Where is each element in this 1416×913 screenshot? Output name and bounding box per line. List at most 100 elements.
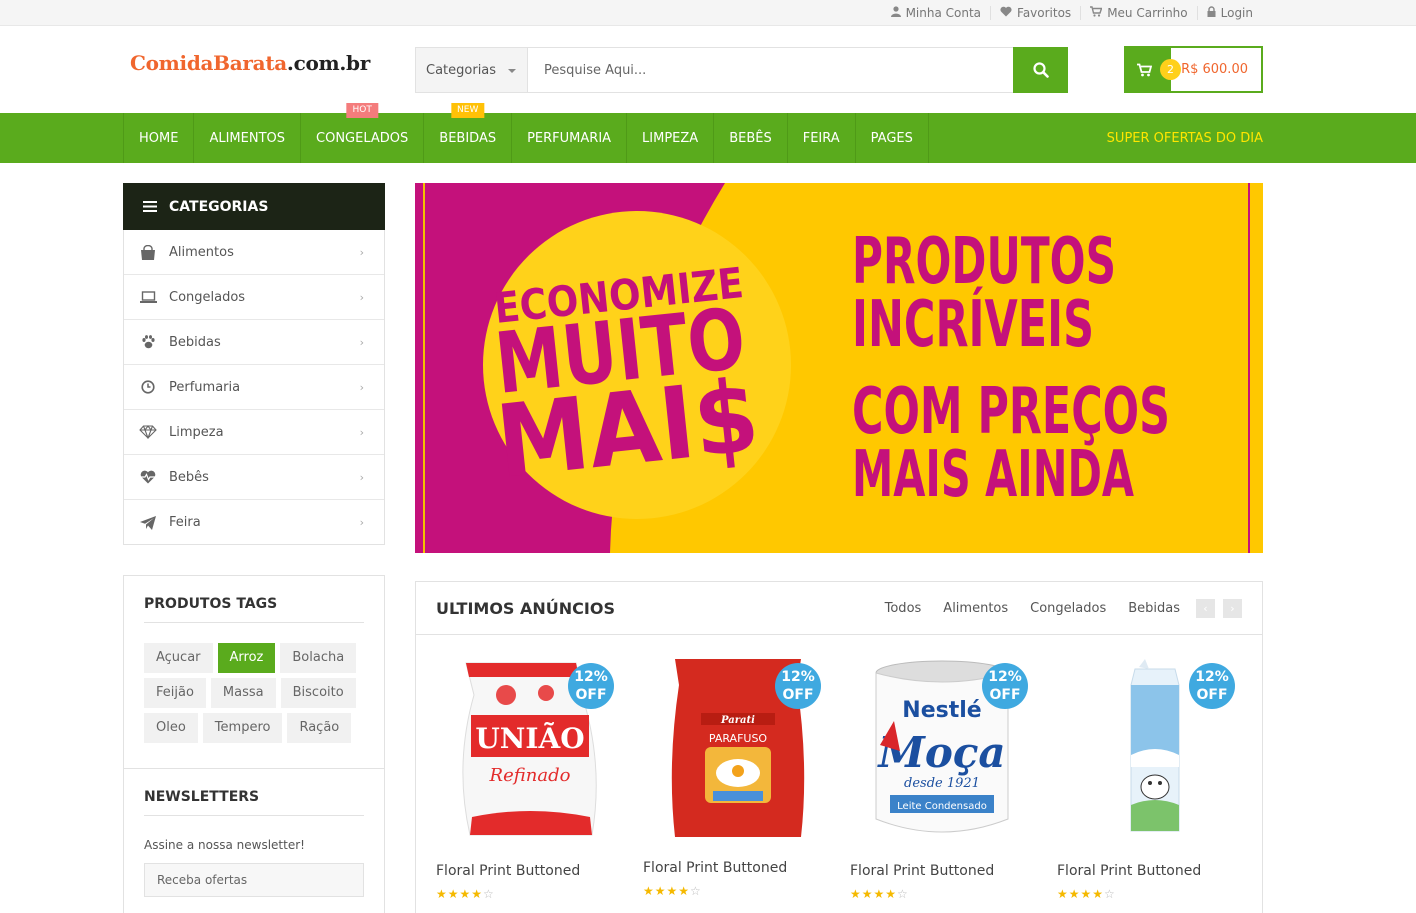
product-card[interactable]: UNIÃO Refinado 12% OFF Floral Print Butto… <box>436 655 621 913</box>
tag-massa[interactable]: Massa <box>210 678 276 708</box>
product-card[interactable]: Parati PARAFUSO 12% OFF Floral Print Butt… <box>643 655 828 913</box>
nav-home[interactable]: HOME <box>123 113 193 163</box>
category-item-congelados[interactable]: Congelados › <box>124 275 384 320</box>
site-logo[interactable]: ComidaBarata.com.br <box>130 51 370 75</box>
top-links: Minha Conta Favoritos Meu Carrinho Login <box>882 0 1262 26</box>
newsletter-panel: NEWSLETTERS Assine a nossa newsletter! <box>123 768 385 913</box>
new-badge: NEW <box>451 103 485 118</box>
can-tagline: desde 1921 <box>904 776 980 791</box>
search-button[interactable] <box>1013 47 1068 93</box>
tag-racao[interactable]: Ração <box>287 713 352 743</box>
category-item-feira[interactable]: Feira › <box>124 500 384 545</box>
nav-bebidas-label: BEBIDAS <box>439 130 497 146</box>
tag-bolacha[interactable]: Bolacha <box>280 643 357 673</box>
category-item-limpeza[interactable]: Limpeza › <box>124 410 384 455</box>
tag-acucar[interactable]: Açucar <box>144 643 213 673</box>
pasta-brand: Parati <box>720 715 755 726</box>
rating-stars: ★★★★☆ <box>850 887 909 901</box>
hero-banner[interactable]: ECONOMIZE MUITO MAI$ PRODUTOS INCRÍVEIS … <box>415 183 1263 553</box>
product-name[interactable]: Floral Print Buttoned <box>850 863 994 879</box>
product-name[interactable]: Floral Print Buttoned <box>1057 863 1201 879</box>
newsletter-title: NEWSLETTERS <box>144 789 364 816</box>
banner-mais-ainda: MAIS AINDA <box>852 438 1134 512</box>
discount-badge: 12% OFF <box>568 663 614 709</box>
product-tabs: Todos Alimentos Congelados Bebidas <box>863 582 1180 635</box>
tag-arroz[interactable]: Arroz <box>217 643 276 673</box>
nav-feira[interactable]: FEIRA <box>786 113 855 163</box>
paw-icon <box>139 335 157 349</box>
chevron-right-icon: › <box>359 426 364 439</box>
nav-perfumaria[interactable]: PERFUMARIA <box>511 113 626 163</box>
tag-oleo[interactable]: Oleo <box>144 713 198 743</box>
discount-word: OFF <box>1196 687 1228 703</box>
nav-bebes[interactable]: BEBÊS <box>713 113 787 163</box>
search-input[interactable] <box>528 48 1013 92</box>
logo-name: ComidaBarata <box>130 51 287 75</box>
can-label: Leite Condensado <box>897 801 987 812</box>
newsletter-email-input[interactable] <box>144 863 364 897</box>
favorites-link[interactable]: Favoritos <box>990 6 1080 20</box>
can-brand: Nestlé <box>902 698 981 723</box>
nav-alimentos[interactable]: ALIMENTOS <box>193 113 300 163</box>
discount-badge: 12% OFF <box>775 663 821 709</box>
cart-icon <box>1090 6 1103 20</box>
account-link[interactable]: Minha Conta <box>882 6 990 20</box>
paper-plane-icon <box>139 515 157 530</box>
chevron-right-icon: › <box>359 471 364 484</box>
categories-panel: CATEGORIAS Alimentos › Congelados › Bebi… <box>123 183 385 545</box>
lock-icon <box>1207 6 1216 20</box>
rating-stars: ★★★★☆ <box>1057 887 1116 901</box>
cart-icon <box>1137 63 1152 77</box>
category-select[interactable]: Categorias <box>416 48 528 92</box>
product-name[interactable]: Floral Print Buttoned <box>643 860 787 876</box>
shopping-bag-icon <box>139 244 157 260</box>
chevron-right-icon[interactable]: › <box>1223 599 1242 618</box>
chevron-right-icon: › <box>359 246 364 259</box>
cart-button[interactable]: 2 R$ 600.00 <box>1124 46 1263 93</box>
discount-badge: 12% OFF <box>982 663 1028 709</box>
tags-title: PRODUTOS TAGS <box>144 596 364 623</box>
nav-pages[interactable]: PAGES <box>854 113 929 163</box>
caret-down-icon <box>508 69 516 73</box>
chevron-right-icon: › <box>359 291 364 304</box>
tab-alimentos[interactable]: Alimentos <box>943 601 1008 616</box>
chevron-right-icon: › <box>359 381 364 394</box>
main-nav: HOME ALIMENTOS HOT CONGELADOS NEW BEBIDA… <box>0 103 1416 163</box>
nav-feira-label: FEIRA <box>802 130 840 146</box>
tab-congelados[interactable]: Congelados <box>1030 601 1106 616</box>
tag-tempero[interactable]: Tempero <box>202 713 283 743</box>
category-label: Bebidas <box>169 334 221 350</box>
category-item-alimentos[interactable]: Alimentos › <box>124 230 384 275</box>
tag-feijao[interactable]: Feijão <box>144 678 206 708</box>
category-item-bebidas[interactable]: Bebidas › <box>124 320 384 365</box>
product-card[interactable]: Nestlé Moça desde 1921 Leite Condensado … <box>850 655 1035 913</box>
my-cart-link[interactable]: Meu Carrinho <box>1080 6 1196 20</box>
heart-icon <box>1000 6 1012 20</box>
category-label: Congelados <box>169 289 246 305</box>
product-name[interactable]: Floral Print Buttoned <box>436 863 580 879</box>
chevron-left-icon[interactable]: ‹ <box>1196 599 1215 618</box>
top-bar: Minha Conta Favoritos Meu Carrinho Login <box>0 0 1416 26</box>
category-item-perfumaria[interactable]: Perfumaria › <box>124 365 384 410</box>
search-bar: Categorias <box>415 47 1068 93</box>
super-offers-link[interactable]: SUPER OFERTAS DO DIA <box>1107 113 1263 163</box>
tab-bebidas[interactable]: Bebidas <box>1128 601 1180 616</box>
nav-pages-label: PAGES <box>870 130 913 146</box>
sugar-label: Refinado <box>489 765 571 786</box>
login-link[interactable]: Login <box>1196 6 1262 20</box>
cart-count-badge: 2 <box>1160 59 1181 80</box>
category-label: Alimentos <box>169 244 234 260</box>
nav-limpeza[interactable]: LIMPEZA <box>626 113 713 163</box>
search-icon <box>1032 62 1049 78</box>
product-card[interactable]: 12% OFF Floral Print Buttoned ★★★★☆ <box>1057 655 1242 913</box>
category-label: Bebês <box>169 469 209 485</box>
pasta-type: PARAFUSO <box>709 732 768 745</box>
my-cart-label: Meu Carrinho <box>1107 6 1188 20</box>
tab-todos[interactable]: Todos <box>885 601 922 616</box>
discount-word: OFF <box>782 687 814 703</box>
nav-bebidas[interactable]: NEW BEBIDAS <box>423 103 511 163</box>
nav-bebes-label: BEBÊS <box>729 130 772 146</box>
tag-biscoito[interactable]: Biscoito <box>280 678 356 708</box>
nav-congelados[interactable]: HOT CONGELADOS <box>300 103 423 163</box>
category-item-bebes[interactable]: Bebês › <box>124 455 384 500</box>
